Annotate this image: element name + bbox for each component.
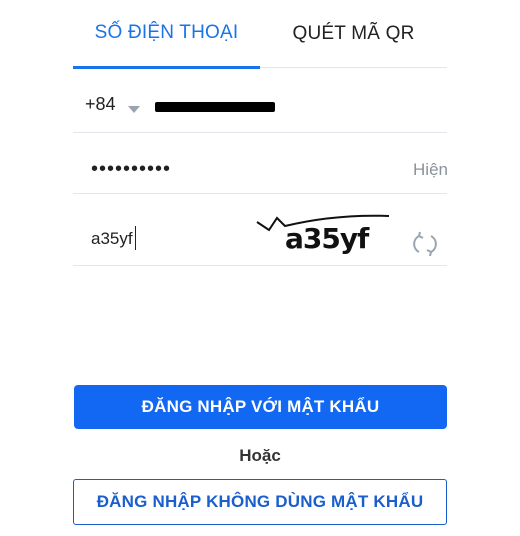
login-panel: SỐ ĐIỆN THOẠI QUÉT MÃ QR +84 •••••••••• … bbox=[0, 0, 520, 536]
password-input[interactable]: •••••••••• bbox=[91, 159, 171, 179]
or-separator: Hoặc bbox=[239, 446, 281, 465]
captcha-input[interactable]: a35yf bbox=[91, 229, 133, 249]
captcha-row: a35yf a35yf bbox=[73, 194, 447, 266]
tab-phone-number[interactable]: SỐ ĐIỆN THOẠI bbox=[73, 0, 260, 69]
tab-qr-code[interactable]: QUÉT MÃ QR bbox=[260, 0, 447, 68]
captcha-image: a35yf bbox=[256, 214, 390, 255]
login-without-password-button[interactable]: ĐĂNG NHẬP KHÔNG DÙNG MẬT KHẨU bbox=[73, 479, 447, 525]
phone-row: +84 bbox=[73, 68, 447, 133]
captcha-image-text: a35yf bbox=[285, 222, 370, 255]
show-password-button[interactable]: Hiện bbox=[413, 160, 448, 180]
login-tabs: SỐ ĐIỆN THOẠI QUÉT MÃ QR bbox=[73, 0, 447, 69]
chevron-down-icon[interactable] bbox=[128, 106, 140, 113]
login-with-password-button[interactable]: ĐĂNG NHẬP VỚI MẬT KHẨU bbox=[74, 385, 447, 429]
password-row: •••••••••• Hiện bbox=[73, 133, 448, 194]
phone-number-redaction bbox=[155, 102, 275, 112]
country-code-select[interactable]: +84 bbox=[85, 94, 116, 115]
refresh-captcha-icon[interactable] bbox=[413, 230, 437, 258]
text-cursor bbox=[135, 226, 136, 250]
